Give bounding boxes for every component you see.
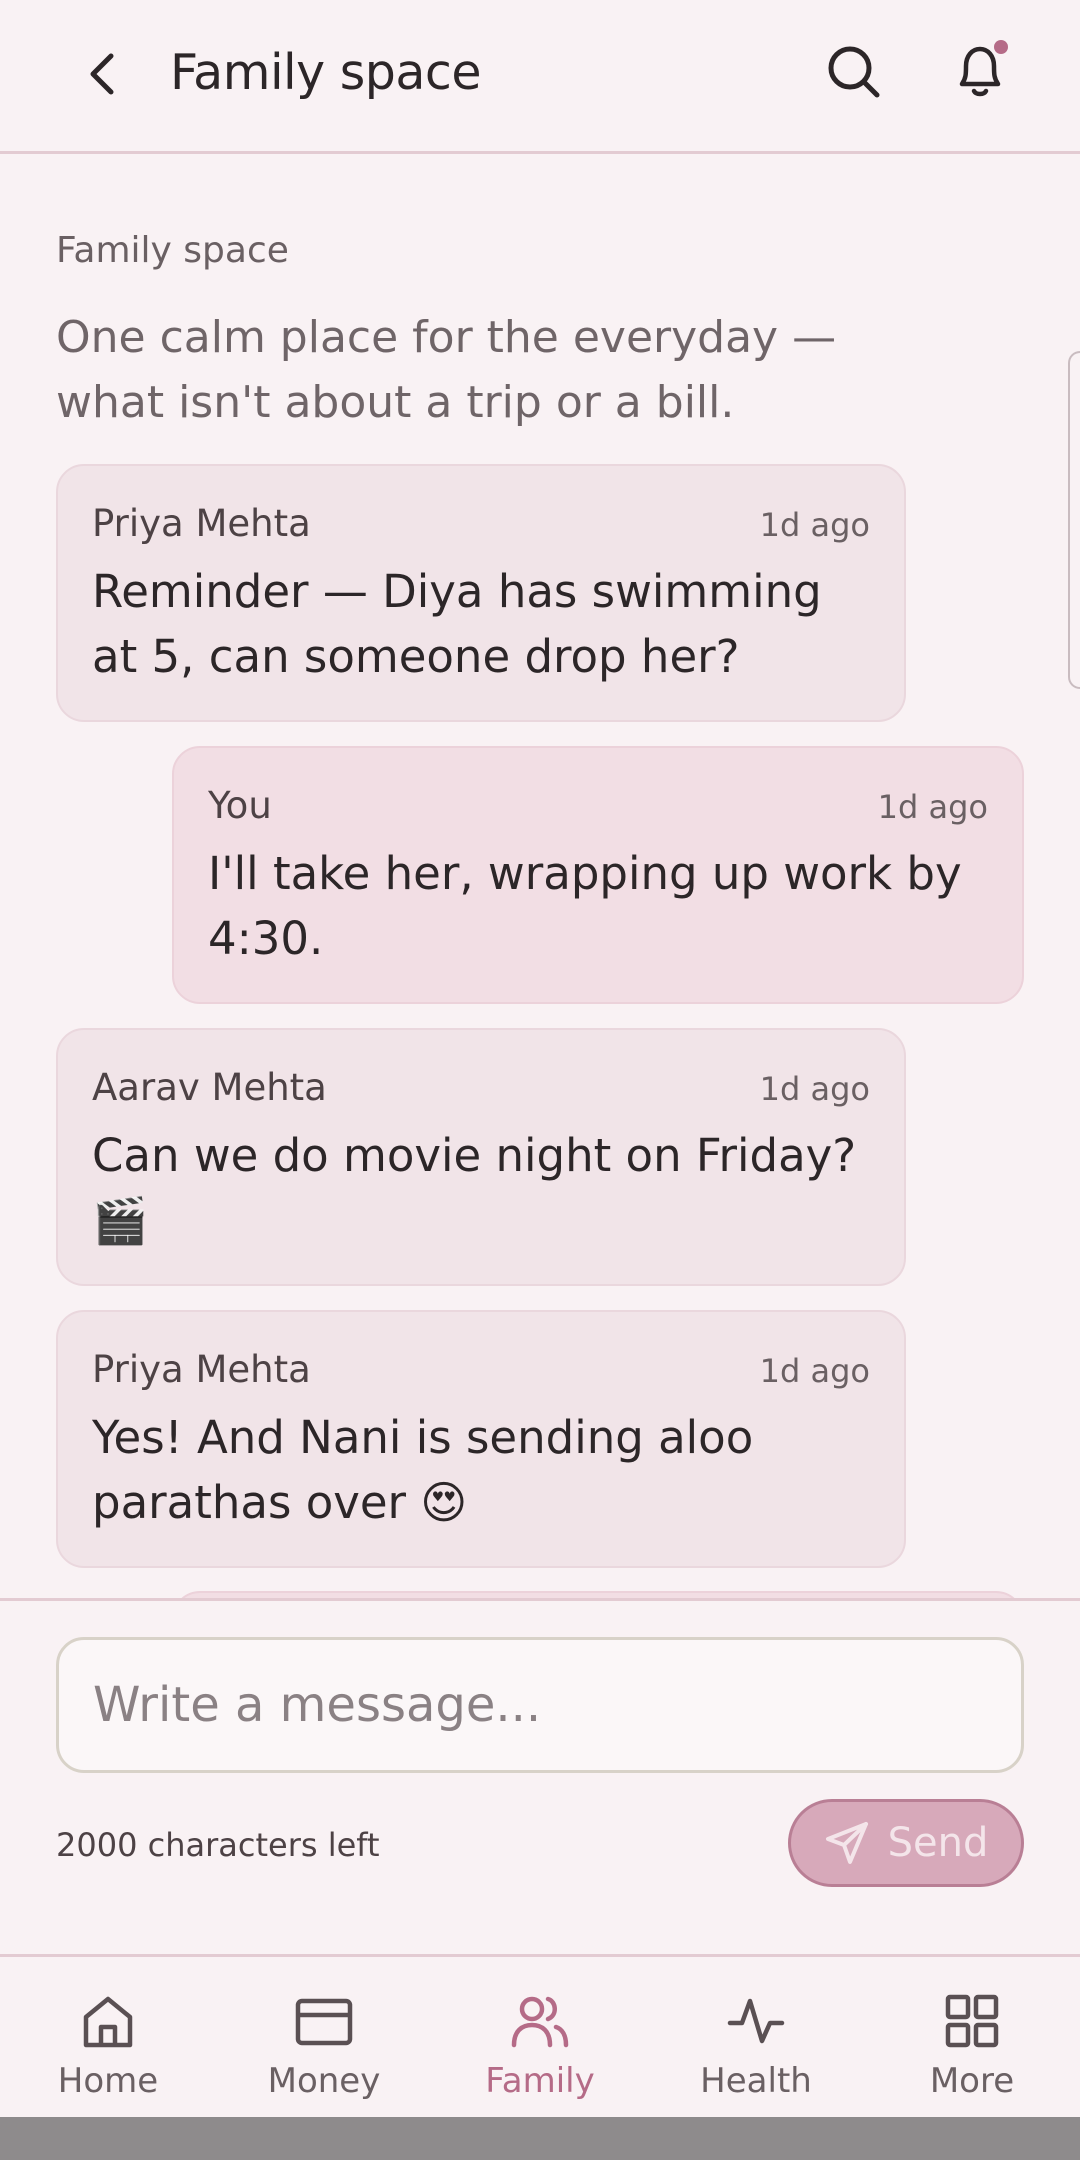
nav-item-home[interactable]: Home [0, 1957, 216, 2117]
message-bubble[interactable]: Priya Mehta 1d ago Yes! And Nani is send… [56, 1310, 906, 1568]
message-author: Priya Mehta [92, 502, 311, 545]
send-button[interactable]: Send [788, 1799, 1024, 1887]
message-text: I'll take her, wrapping up work by 4:30. [208, 847, 962, 965]
search-icon [828, 46, 880, 98]
message-composer: 2000 characters left Send [0, 1598, 1080, 1954]
pulse-icon [727, 1998, 785, 2044]
message-bubble-partial [172, 1591, 1024, 1598]
system-navigation-bar [0, 2117, 1080, 2160]
message-bubble[interactable]: Aarav Mehta 1d ago Can we do movie night… [56, 1028, 906, 1286]
nav-item-health[interactable]: Health [648, 1957, 864, 2117]
nav-label: More [929, 2061, 1015, 2101]
message-bubble-mine[interactable]: You 1d ago I'll take her, wrapping up wo… [172, 746, 1024, 1004]
notifications-button[interactable] [950, 40, 1010, 102]
nav-label: Money [267, 2061, 381, 2101]
nav-label: Home [57, 2061, 159, 2101]
section-description: One calm place for the everyday — what i… [56, 312, 837, 428]
section-label: Family space [56, 230, 289, 271]
message-time: 1d ago [877, 788, 988, 826]
notification-badge [994, 40, 1008, 54]
message-input[interactable] [56, 1637, 1024, 1773]
card-icon [295, 1998, 353, 2046]
message-author: You [208, 784, 272, 827]
send-label: Send [887, 1820, 989, 1866]
bottom-navigation: Home Money Family Health More [0, 1954, 1080, 2117]
scrollbar-thumb[interactable] [1068, 351, 1080, 689]
search-button[interactable] [826, 44, 882, 100]
message-feed[interactable]: Family space One calm place for the ever… [0, 157, 1080, 1598]
nav-item-money[interactable]: Money [216, 1957, 432, 2117]
message-time: 1d ago [759, 1070, 870, 1108]
nav-item-family[interactable]: Family [432, 1957, 648, 2117]
chevron-left-icon [90, 53, 114, 95]
characters-left: 2000 characters left [56, 1826, 380, 1864]
back-button[interactable] [78, 45, 126, 103]
message-text: Can we do movie night on Friday? 🎬 [92, 1129, 857, 1247]
message-text: Reminder — Diya has swimming at 5, can s… [92, 565, 822, 683]
nav-label: Family [485, 2061, 595, 2101]
nav-label: Health [700, 2061, 812, 2101]
send-icon [825, 1822, 868, 1864]
grid-icon [945, 1994, 999, 2048]
home-icon [83, 1996, 133, 2048]
message-text: Yes! And Nani is sending aloo parathas o… [92, 1411, 754, 1529]
app: Family space Family space One calm place… [0, 0, 1080, 2160]
message-author: Priya Mehta [92, 1348, 311, 1391]
message-time: 1d ago [759, 506, 870, 544]
message-author: Aarav Mehta [92, 1066, 327, 1109]
nav-item-more[interactable]: More [864, 1957, 1080, 2117]
message-bubble[interactable]: Priya Mehta 1d ago Reminder — Diya has s… [56, 464, 906, 722]
page-title: Family space [170, 44, 482, 101]
top-app-bar: Family space [0, 0, 1080, 154]
message-time: 1d ago [759, 1352, 870, 1390]
people-icon [511, 1996, 569, 2048]
